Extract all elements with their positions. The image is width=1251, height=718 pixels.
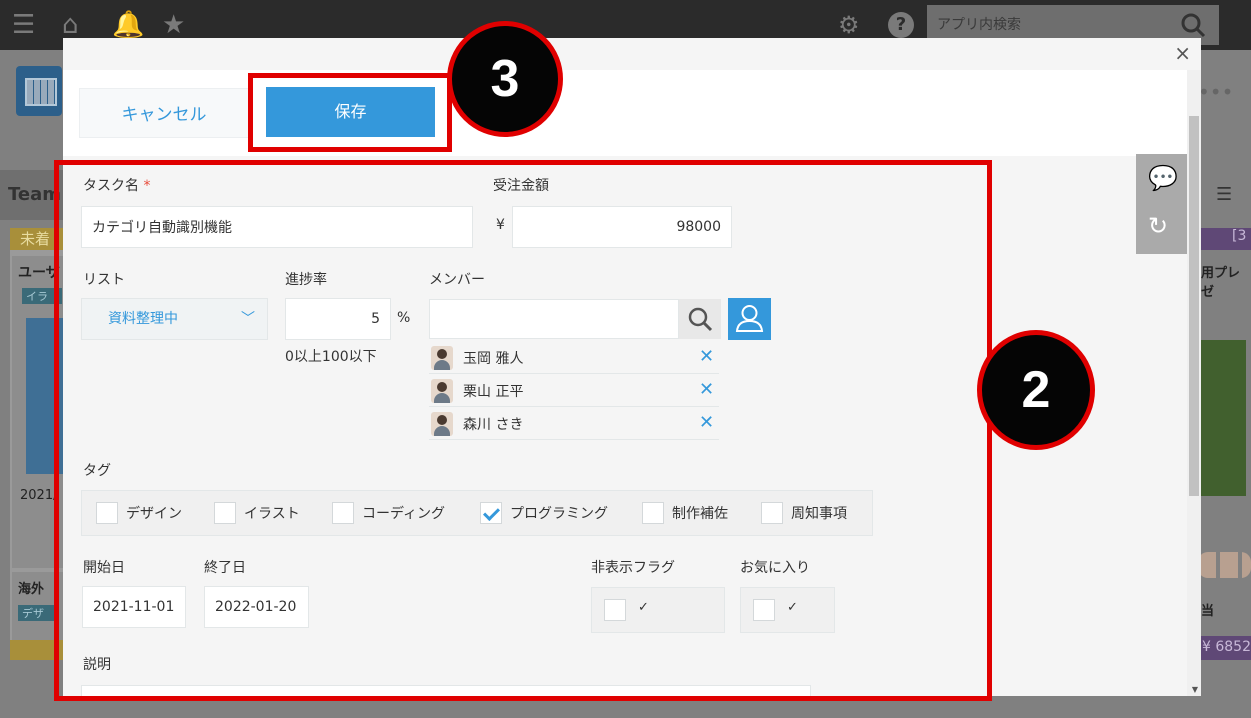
app-icon <box>16 66 62 116</box>
star-icon[interactable]: ★ <box>162 10 185 40</box>
scroll-down-icon[interactable]: ▼ <box>1192 685 1198 694</box>
annotation-badge-3: 3 <box>447 21 563 137</box>
cancel-button[interactable]: キャンセル <box>79 88 249 138</box>
modal-title-bar: × <box>63 38 1201 70</box>
kanban-card-title-right: 用プレゼ <box>1201 266 1241 300</box>
bell-icon[interactable]: 🔔 <box>112 10 144 40</box>
list-menu-icon: ☰ <box>1216 184 1233 205</box>
kanban-card-label-right: 当 <box>1201 604 1215 619</box>
kanban-card-date: 2021/ <box>20 488 58 503</box>
gear-icon[interactable]: ⚙ <box>838 10 860 40</box>
close-icon[interactable]: × <box>1174 42 1191 64</box>
home-icon[interactable]: ⌂ <box>62 10 79 40</box>
menu-icon[interactable]: ☰ <box>12 10 35 40</box>
modal-scrollbar[interactable]: ▼ <box>1187 70 1201 696</box>
history-icon[interactable]: ↻ <box>1148 212 1168 240</box>
comment-icon[interactable]: 💬 <box>1148 164 1178 192</box>
annotation-frame-form <box>54 160 992 701</box>
annotation-frame-save <box>248 73 452 152</box>
help-icon[interactable]: ? <box>888 12 914 38</box>
kanban-column-head-right: [3 <box>1200 228 1251 250</box>
kanban-column-total-right: ¥ 6852 <box>1196 636 1251 660</box>
kanban-card-image-right <box>1200 340 1246 496</box>
kanban-card-2-tag: デザ <box>18 605 58 621</box>
scrollbar-thumb[interactable] <box>1189 116 1199 496</box>
side-tools: 💬 ↻ <box>1136 154 1187 254</box>
annotation-badge-2: 2 <box>977 330 1095 450</box>
more-icon: ••• <box>1198 80 1234 104</box>
member-avatars-right <box>1198 552 1251 578</box>
